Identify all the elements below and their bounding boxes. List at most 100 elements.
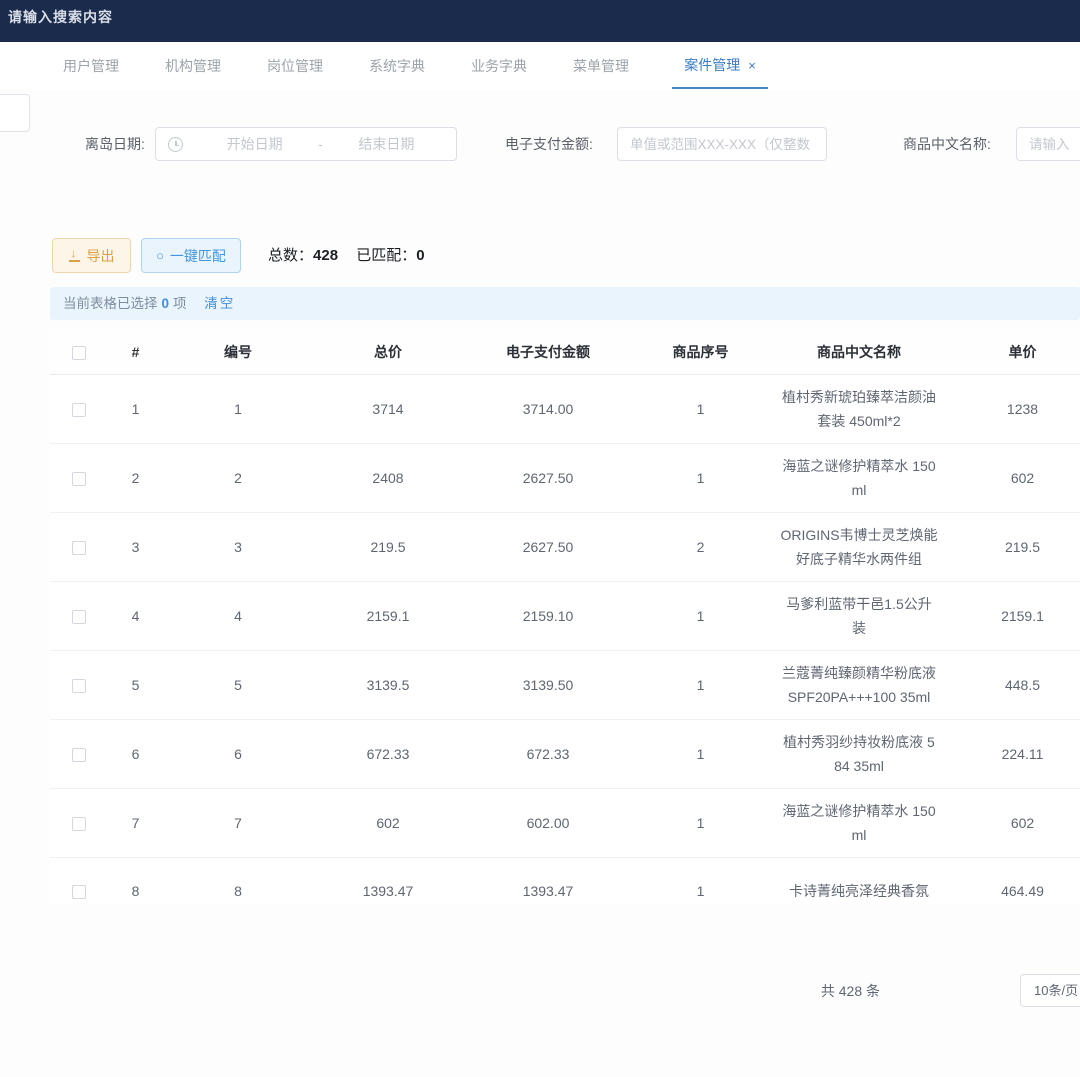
tab-3[interactable]: 岗位管理 bbox=[264, 43, 326, 89]
total-count: 428 bbox=[313, 247, 338, 264]
cell-unit: 448.5 bbox=[950, 650, 1080, 719]
date-filter-label: 离岛日期: bbox=[85, 127, 145, 161]
cell-epay: 602.00 bbox=[463, 788, 633, 857]
tab-6[interactable]: 菜单管理 bbox=[570, 43, 632, 89]
row-checkbox[interactable] bbox=[72, 403, 86, 417]
tab-label: 机构管理 bbox=[165, 56, 221, 76]
cell-index: 6 bbox=[108, 719, 163, 788]
table-row: 553139.53139.501兰蔻菁纯臻颜精华粉底液SPF20PA+++100… bbox=[50, 650, 1080, 719]
pagination-total: 共 428 条 bbox=[760, 974, 880, 1008]
cell-name: 海蓝之谜修护精萃水 150ml bbox=[768, 443, 950, 512]
cell-unit: 602 bbox=[950, 788, 1080, 857]
cell-total: 1393.47 bbox=[313, 857, 463, 905]
cell-seq: 1 bbox=[633, 650, 768, 719]
filter-row: 离岛日期: 开始日期 - 结束日期 电子支付金额: 商品中文名称: bbox=[0, 127, 1080, 161]
table-row: 1137143714.001植村秀新琥珀臻萃洁颜油套装 450ml*21238 bbox=[50, 374, 1080, 443]
pagination: 共 428 条 10条/页 bbox=[0, 974, 1080, 1008]
cell-epay: 2627.50 bbox=[463, 443, 633, 512]
cell-epay: 672.33 bbox=[463, 719, 633, 788]
matched-label: 已匹配： bbox=[356, 247, 416, 264]
cell-epay: 2627.50 bbox=[463, 512, 633, 581]
tab-5[interactable]: 业务字典 bbox=[468, 43, 530, 89]
header-unit: 单价 bbox=[950, 330, 1080, 374]
cell-code: 4 bbox=[163, 581, 313, 650]
cell-total: 3139.5 bbox=[313, 650, 463, 719]
cell-code: 6 bbox=[163, 719, 313, 788]
product-name-label: 商品中文名称: bbox=[903, 127, 991, 161]
epay-amount-input[interactable] bbox=[617, 127, 827, 161]
cell-index: 3 bbox=[108, 512, 163, 581]
cell-index: 1 bbox=[108, 374, 163, 443]
tab-4[interactable]: 系统字典 bbox=[366, 43, 428, 89]
cell-total: 602 bbox=[313, 788, 463, 857]
clear-selection-link[interactable]: 清空 bbox=[204, 296, 235, 311]
cell-code: 5 bbox=[163, 650, 313, 719]
tab-label: 菜单管理 bbox=[573, 56, 629, 76]
toolbar: 导出 ○ 一键匹配 总数：428 已匹配：0 bbox=[0, 238, 1080, 273]
header-seq: 商品序号 bbox=[633, 330, 768, 374]
row-checkbox[interactable] bbox=[72, 541, 86, 555]
cell-epay: 3139.50 bbox=[463, 650, 633, 719]
cell-unit: 224.11 bbox=[950, 719, 1080, 788]
cell-unit: 1238 bbox=[950, 374, 1080, 443]
page-size-select[interactable]: 10条/页 bbox=[1020, 974, 1080, 1007]
cell-code: 8 bbox=[163, 857, 313, 905]
table-row: 66672.33672.331植村秀羽纱持妆粉底液 584 35ml224.11 bbox=[50, 719, 1080, 788]
tab-close-icon[interactable]: × bbox=[748, 58, 756, 73]
epay-amount-label: 电子支付金额: bbox=[505, 127, 593, 161]
matched-count: 0 bbox=[416, 247, 424, 264]
cell-epay: 2159.10 bbox=[463, 581, 633, 650]
stats-text: 总数：428 已匹配：0 bbox=[268, 238, 425, 273]
tab-label: 岗位管理 bbox=[267, 56, 323, 76]
tab-bar: 用户管理 机构管理 岗位管理 系统字典 业务字典 菜单管理 案件管理× bbox=[0, 42, 1080, 90]
product-name-input[interactable] bbox=[1016, 127, 1080, 161]
row-checkbox[interactable] bbox=[72, 885, 86, 899]
row-checkbox[interactable] bbox=[72, 817, 86, 831]
cell-name: 植村秀新琥珀臻萃洁颜油套装 450ml*2 bbox=[768, 374, 950, 443]
cell-total: 219.5 bbox=[313, 512, 463, 581]
cell-seq: 1 bbox=[633, 443, 768, 512]
cell-code: 3 bbox=[163, 512, 313, 581]
cell-index: 2 bbox=[108, 443, 163, 512]
table-header-row: # 编号 总价 电子支付金额 商品序号 商品中文名称 单价 bbox=[50, 330, 1080, 374]
header-total: 总价 bbox=[313, 330, 463, 374]
cell-index: 5 bbox=[108, 650, 163, 719]
date-end-placeholder[interactable]: 结束日期 bbox=[329, 134, 444, 154]
cell-name: 植村秀羽纱持妆粉底液 584 35ml bbox=[768, 719, 950, 788]
table-row: 881393.471393.471卡诗菁纯亮泽经典香氛464.49 bbox=[50, 857, 1080, 905]
table-row: 77602602.001海蓝之谜修护精萃水 150ml602 bbox=[50, 788, 1080, 857]
selection-prefix: 当前表格已选择 bbox=[63, 296, 158, 311]
date-range-picker[interactable]: 开始日期 - 结束日期 bbox=[155, 127, 457, 161]
cell-index: 7 bbox=[108, 788, 163, 857]
tab-2[interactable]: 机构管理 bbox=[162, 43, 224, 89]
tab-1[interactable]: 用户管理 bbox=[60, 43, 122, 89]
export-button[interactable]: 导出 bbox=[52, 238, 131, 273]
select-all-checkbox[interactable] bbox=[72, 346, 86, 360]
row-checkbox[interactable] bbox=[72, 748, 86, 762]
tab-label: 用户管理 bbox=[63, 56, 119, 76]
cell-name: 马爹利蓝带干邑1.5公升装 bbox=[768, 581, 950, 650]
tab-label: 系统字典 bbox=[369, 56, 425, 76]
header-code: 编号 bbox=[163, 330, 313, 374]
cell-unit: 2159.1 bbox=[950, 581, 1080, 650]
cell-index: 4 bbox=[108, 581, 163, 650]
one-click-match-button[interactable]: ○ 一键匹配 bbox=[141, 238, 241, 273]
cell-unit: 219.5 bbox=[950, 512, 1080, 581]
row-checkbox[interactable] bbox=[72, 610, 86, 624]
header-epay: 电子支付金额 bbox=[463, 330, 633, 374]
selection-count: 0 bbox=[158, 296, 174, 311]
global-search-input[interactable]: 请输入搜索内容 bbox=[8, 7, 113, 27]
tab-7[interactable]: 案件管理× bbox=[672, 43, 768, 89]
total-label: 总数： bbox=[268, 247, 313, 264]
date-start-placeholder[interactable]: 开始日期 bbox=[197, 134, 312, 154]
selection-info-bar: 当前表格已选择0项 清空 bbox=[50, 287, 1080, 320]
case-table: # 编号 总价 电子支付金额 商品序号 商品中文名称 单价 1137143714… bbox=[50, 330, 1080, 905]
cell-epay: 1393.47 bbox=[463, 857, 633, 905]
one-click-match-label: 一键匹配 bbox=[170, 246, 226, 266]
row-checkbox[interactable] bbox=[72, 679, 86, 693]
cell-code: 1 bbox=[163, 374, 313, 443]
cell-seq: 1 bbox=[633, 581, 768, 650]
table-row: 442159.12159.101马爹利蓝带干邑1.5公升装2159.1 bbox=[50, 581, 1080, 650]
cell-seq: 1 bbox=[633, 374, 768, 443]
row-checkbox[interactable] bbox=[72, 472, 86, 486]
